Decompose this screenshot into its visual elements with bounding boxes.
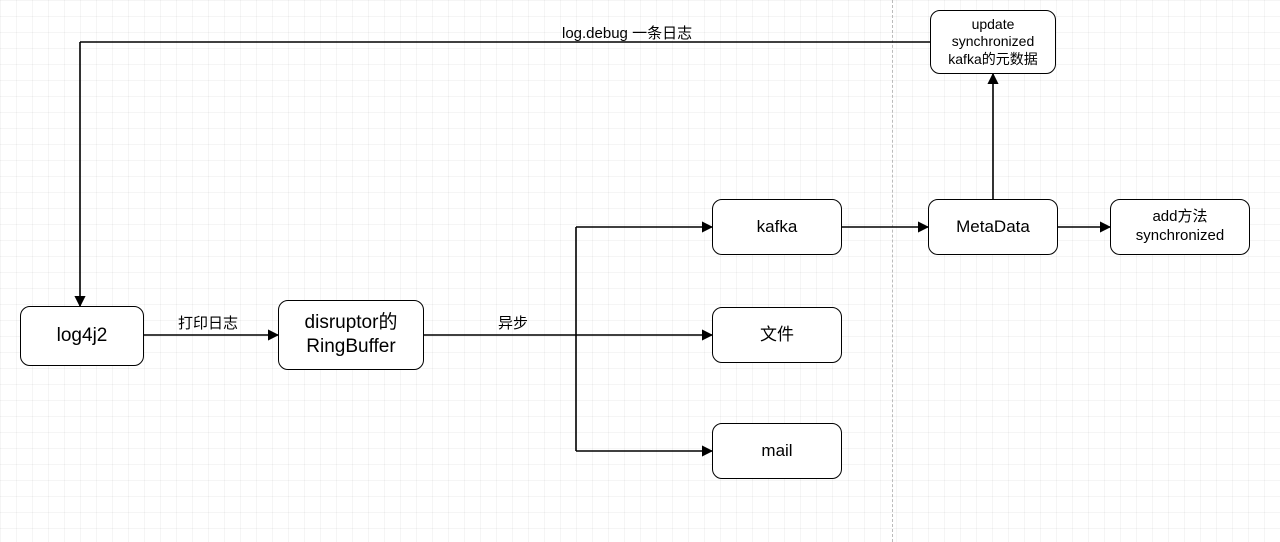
node-metadata: MetaData [928, 199, 1058, 255]
label-log-to-ring: 打印日志 [178, 312, 238, 333]
node-kafka: kafka [712, 199, 842, 255]
node-ringbuffer: disruptor的 RingBuffer [278, 300, 424, 370]
node-log4j2: log4j2 [20, 306, 144, 366]
node-mail: mail [712, 423, 842, 479]
label-ring-to-targets: 异步 [498, 312, 528, 333]
node-add: add方法 synchronized [1110, 199, 1250, 255]
label-log-debug: log.debug 一条日志 [562, 22, 692, 43]
node-file: 文件 [712, 307, 842, 363]
edges-layer [0, 0, 1280, 542]
diagram-canvas: log4j2 disruptor的 RingBuffer kafka 文件 ma… [0, 0, 1280, 542]
node-update: update synchronized kafka的元数据 [930, 10, 1056, 74]
